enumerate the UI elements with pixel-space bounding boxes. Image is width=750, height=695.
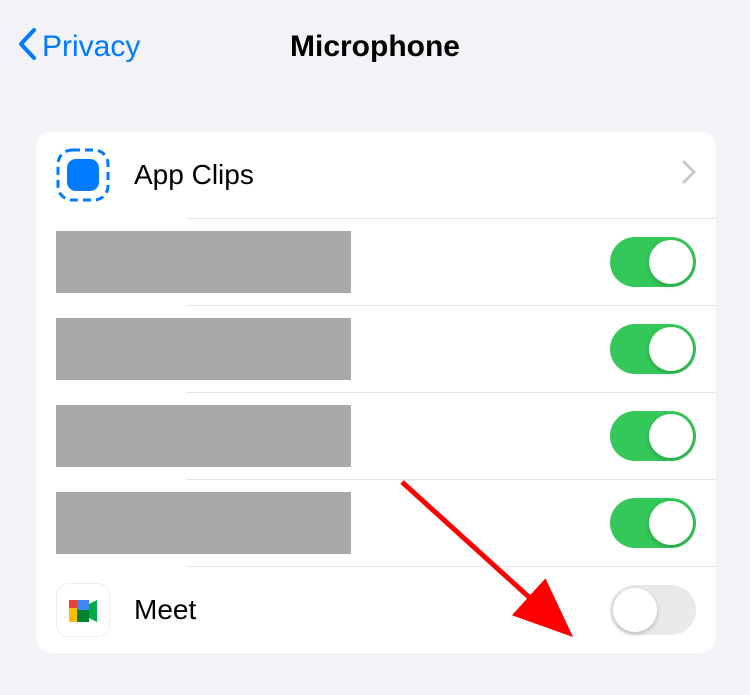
row-label: App Clips xyxy=(134,159,682,191)
microphone-toggle[interactable] xyxy=(610,411,696,461)
app-row-redacted xyxy=(36,393,716,479)
app-row-redacted xyxy=(36,219,716,305)
redacted-content xyxy=(56,492,351,554)
app-row-redacted xyxy=(36,480,716,566)
microphone-toggle[interactable] xyxy=(610,498,696,548)
redacted-content xyxy=(56,318,351,380)
microphone-toggle[interactable] xyxy=(610,324,696,374)
app-clips-row[interactable]: App Clips xyxy=(36,132,716,218)
toggle-knob xyxy=(613,588,657,632)
chevron-left-icon xyxy=(18,28,36,67)
header: Privacy Microphone xyxy=(0,0,750,94)
app-row-redacted xyxy=(36,306,716,392)
back-label: Privacy xyxy=(42,30,140,64)
toggle-knob xyxy=(649,327,693,371)
google-meet-icon xyxy=(56,583,110,637)
chevron-right-icon xyxy=(682,159,696,191)
toggle-knob xyxy=(649,501,693,545)
row-label: Meet xyxy=(134,594,610,626)
toggle-knob xyxy=(649,414,693,458)
toggle-knob xyxy=(649,240,693,284)
settings-list: App Clips xyxy=(36,132,716,653)
page-title: Microphone xyxy=(290,30,460,64)
microphone-toggle[interactable] xyxy=(610,237,696,287)
redacted-content xyxy=(56,405,351,467)
meet-microphone-toggle[interactable] xyxy=(610,585,696,635)
back-button[interactable]: Privacy xyxy=(18,28,140,67)
app-clips-icon xyxy=(56,148,110,202)
redacted-content xyxy=(56,231,351,293)
meet-row: Meet xyxy=(36,567,716,653)
